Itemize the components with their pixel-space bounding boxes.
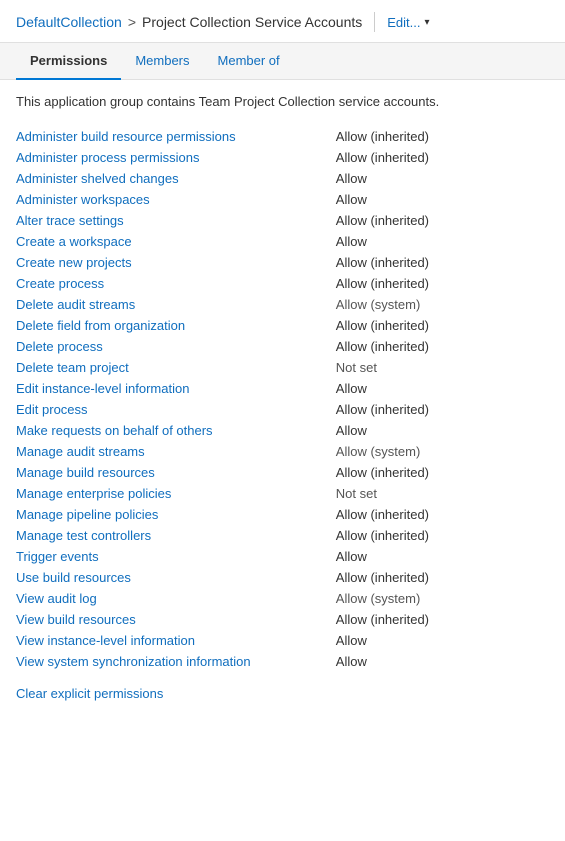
permission-name[interactable]: Delete process [16,336,336,357]
permission-value: Allow [336,420,549,441]
table-row: Create a workspaceAllow [16,231,549,252]
table-row: Delete processAllow (inherited) [16,336,549,357]
permission-value: Not set [336,483,549,504]
permission-name[interactable]: Administer workspaces [16,189,336,210]
table-row: Administer build resource permissionsAll… [16,126,549,147]
permission-value: Allow (system) [336,441,549,462]
permission-name[interactable]: Create process [16,273,336,294]
permission-value: Allow (system) [336,294,549,315]
permission-name[interactable]: Make requests on behalf of others [16,420,336,441]
permission-name[interactable]: Create new projects [16,252,336,273]
table-row: Make requests on behalf of othersAllow [16,420,549,441]
permission-value: Allow (inherited) [336,525,549,546]
permission-name[interactable]: Trigger events [16,546,336,567]
main-content: This application group contains Team Pro… [0,80,565,713]
chevron-down-icon: ▾ [425,17,430,28]
table-row: Alter trace settingsAllow (inherited) [16,210,549,231]
permission-value: Allow [336,231,549,252]
table-row: Create new projectsAllow (inherited) [16,252,549,273]
table-row: Manage build resourcesAllow (inherited) [16,462,549,483]
permission-name[interactable]: View instance-level information [16,630,336,651]
clear-permissions-link[interactable]: Clear explicit permissions [16,686,163,701]
header-divider [374,12,375,32]
breadcrumb-separator: > [128,14,136,30]
table-row: Manage audit streamsAllow (system) [16,441,549,462]
tabs-bar: PermissionsMembersMember of [0,43,565,80]
permission-name[interactable]: Administer process permissions [16,147,336,168]
permission-name[interactable]: View audit log [16,588,336,609]
breadcrumb: DefaultCollection > Project Collection S… [16,14,362,30]
table-row: Edit processAllow (inherited) [16,399,549,420]
table-row: Administer workspacesAllow [16,189,549,210]
edit-label: Edit... [387,15,420,30]
permission-name[interactable]: Delete field from organization [16,315,336,336]
permission-value: Allow [336,378,549,399]
permission-name[interactable]: Manage pipeline policies [16,504,336,525]
breadcrumb-current: Project Collection Service Accounts [142,14,362,30]
table-row: Administer process permissionsAllow (inh… [16,147,549,168]
permission-name[interactable]: Manage enterprise policies [16,483,336,504]
table-row: Administer shelved changesAllow [16,168,549,189]
permission-value: Allow (inherited) [336,609,549,630]
permission-value: Allow [336,168,549,189]
breadcrumb-collection[interactable]: DefaultCollection [16,14,122,30]
table-row: Create processAllow (inherited) [16,273,549,294]
tab-member-of[interactable]: Member of [204,43,294,80]
table-row: Edit instance-level informationAllow [16,378,549,399]
tab-permissions[interactable]: Permissions [16,43,121,80]
permission-name[interactable]: Administer build resource permissions [16,126,336,147]
permission-value: Allow (inherited) [336,315,549,336]
permission-value: Allow (inherited) [336,504,549,525]
edit-button[interactable]: Edit... ▾ [387,15,429,30]
permission-value: Allow (inherited) [336,126,549,147]
table-row: View system synchronization informationA… [16,651,549,672]
table-row: Manage pipeline policiesAllow (inherited… [16,504,549,525]
table-row: Trigger eventsAllow [16,546,549,567]
permission-value: Allow [336,651,549,672]
permission-value: Allow (inherited) [336,399,549,420]
permission-value: Allow (inherited) [336,210,549,231]
table-row: View audit logAllow (system) [16,588,549,609]
description-text: This application group contains Team Pro… [16,92,549,112]
permission-value: Allow (system) [336,588,549,609]
permission-name[interactable]: View build resources [16,609,336,630]
permission-name[interactable]: Use build resources [16,567,336,588]
permission-value: Allow (inherited) [336,273,549,294]
permission-name[interactable]: Edit process [16,399,336,420]
permission-name[interactable]: Delete audit streams [16,294,336,315]
table-row: Delete field from organizationAllow (inh… [16,315,549,336]
permission-value: Allow (inherited) [336,462,549,483]
table-row: Manage test controllersAllow (inherited) [16,525,549,546]
permission-name[interactable]: Manage build resources [16,462,336,483]
table-row: View instance-level informationAllow [16,630,549,651]
permission-value: Allow [336,546,549,567]
permissions-table: Administer build resource permissionsAll… [16,126,549,672]
permission-value: Allow [336,189,549,210]
permission-name[interactable]: Alter trace settings [16,210,336,231]
permission-value: Allow (inherited) [336,567,549,588]
table-row: Manage enterprise policiesNot set [16,483,549,504]
permission-value: Allow (inherited) [336,252,549,273]
page-header: DefaultCollection > Project Collection S… [0,0,565,43]
permission-value: Allow [336,630,549,651]
permission-name[interactable]: Manage audit streams [16,441,336,462]
permission-value: Not set [336,357,549,378]
table-row: Use build resourcesAllow (inherited) [16,567,549,588]
permission-name[interactable]: Administer shelved changes [16,168,336,189]
permission-name[interactable]: Edit instance-level information [16,378,336,399]
tab-members[interactable]: Members [121,43,203,80]
permission-name[interactable]: View system synchronization information [16,651,336,672]
table-row: Delete audit streamsAllow (system) [16,294,549,315]
table-row: Delete team projectNot set [16,357,549,378]
permission-name[interactable]: Manage test controllers [16,525,336,546]
permission-name[interactable]: Delete team project [16,357,336,378]
table-row: View build resourcesAllow (inherited) [16,609,549,630]
permission-value: Allow (inherited) [336,336,549,357]
permission-value: Allow (inherited) [336,147,549,168]
permission-name[interactable]: Create a workspace [16,231,336,252]
